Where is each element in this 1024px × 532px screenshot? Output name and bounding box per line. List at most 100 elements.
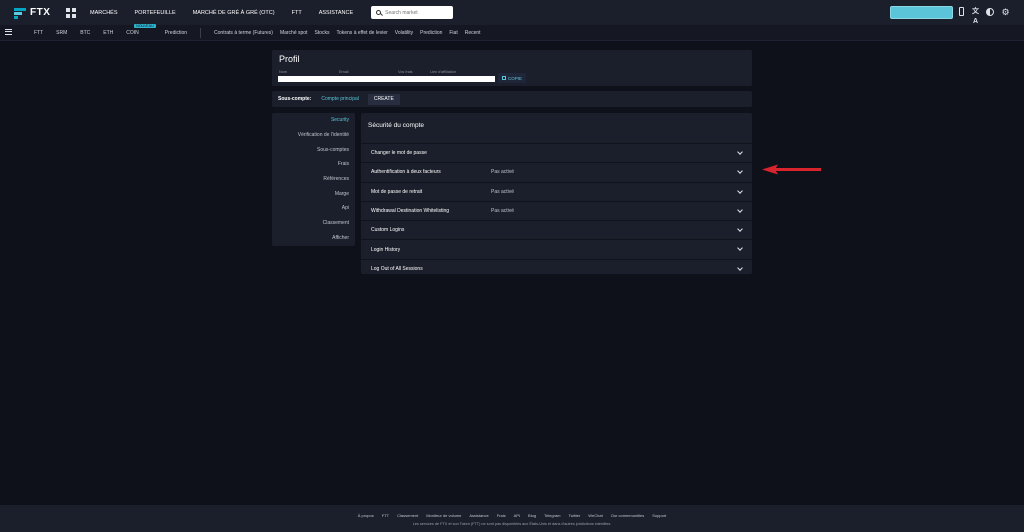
- language-icon[interactable]: 文A: [971, 7, 980, 25]
- security-row-2fa[interactable]: Authentification à deux facteurs Pas act…: [361, 162, 752, 181]
- category-stocks[interactable]: Stocks: [314, 30, 329, 36]
- chevron-down-icon: [737, 264, 743, 271]
- row-label: Log Out of All Sessions: [371, 265, 423, 272]
- label-name: Nom: [279, 70, 288, 74]
- market-coin-label: COIN: [126, 29, 139, 36]
- category-futures[interactable]: Contrats à terme (Futures): [214, 30, 273, 36]
- security-row-custom-logins[interactable]: Custom Logins: [361, 220, 752, 239]
- footer-link-communities[interactable]: Our commmunities: [611, 513, 645, 518]
- chevron-down-icon: [737, 226, 743, 233]
- red-arrow-annotation: [762, 164, 821, 175]
- sidebar-item-fees[interactable]: Frais: [272, 157, 355, 172]
- market-btc[interactable]: BTC: [80, 30, 90, 36]
- subaccount-label: Sous-compte:: [278, 96, 312, 102]
- new-badge: NOUVEAU: [134, 23, 156, 28]
- row-status: Pas activé: [491, 208, 515, 215]
- settings-gear-icon[interactable]: ⚙: [1001, 7, 1010, 17]
- security-row-login-history[interactable]: Login History: [361, 239, 752, 258]
- ftx-logo-icon: [14, 7, 26, 19]
- category-leveraged[interactable]: Tokens à effet de levier: [336, 30, 387, 36]
- chevron-down-icon: [737, 168, 743, 175]
- footer-link-ftt[interactable]: FTT: [382, 513, 389, 518]
- row-label: Withdrawal Destination Whitelisting: [371, 208, 450, 215]
- sidebar-item-margin[interactable]: Marge: [272, 186, 355, 201]
- copy-label: COPIE: [507, 75, 522, 81]
- profile-sidebar: Security Vérification de l'identité Sous…: [272, 113, 355, 246]
- label-affiliate: Lien d'affiliation: [430, 70, 456, 74]
- chevron-down-icon: [737, 149, 743, 155]
- nav-markets[interactable]: MARCHÉS: [90, 10, 118, 16]
- chevron-down-icon: [737, 187, 743, 194]
- label-email: Email: [339, 70, 349, 74]
- profile-values-redacted: [278, 76, 495, 82]
- footer-link-volume-monitor[interactable]: Moniteur de volume: [426, 513, 461, 518]
- footer-link-wechat[interactable]: WeChat: [588, 513, 602, 518]
- sidebar-item-kyc[interactable]: Vérification de l'identité: [272, 128, 355, 143]
- main-nav: MARCHÉS PORTEFEUILLE MARCHÉ DE GRÉ À GRÉ…: [90, 10, 370, 16]
- apps-grid-icon[interactable]: [66, 7, 76, 18]
- security-panel: Sécurité du compte Changer le mot de pas…: [361, 113, 752, 274]
- market-srm[interactable]: SRM: [56, 30, 67, 36]
- footer: À propos FTT Classement Moniteur de volu…: [0, 505, 1024, 532]
- category-prediction[interactable]: Prediction: [420, 30, 442, 36]
- logo-text: FTX: [30, 7, 51, 18]
- subaccount-main-link[interactable]: Compte principal: [321, 96, 359, 102]
- category-spot[interactable]: Marché spot: [280, 30, 308, 36]
- footer-link-about[interactable]: À propos: [358, 513, 374, 518]
- security-row-logout-all[interactable]: Log Out of All Sessions: [361, 258, 752, 278]
- nav-ftt[interactable]: FTT: [292, 10, 302, 16]
- footer-link-twitter[interactable]: Twitter: [569, 513, 581, 518]
- category-volatility[interactable]: Volatility: [395, 30, 413, 36]
- market-eth[interactable]: ETH: [103, 30, 113, 36]
- nav-support[interactable]: ASSISTANCE: [319, 10, 353, 16]
- hamburger-menu-icon[interactable]: [5, 28, 12, 37]
- footer-link-leaderboard[interactable]: Classement: [397, 513, 418, 518]
- footer-link-support[interactable]: Support: [652, 513, 666, 518]
- security-row-whitelisting[interactable]: Withdrawal Destination Whitelisting Pas …: [361, 200, 752, 220]
- search-input[interactable]: [385, 9, 446, 16]
- nav-portfolio[interactable]: PORTEFEUILLE: [135, 10, 176, 16]
- subaccount-bar: Sous-compte: Compte principal CREATE: [272, 91, 752, 107]
- chevron-down-icon: [737, 245, 743, 252]
- sidebar-item-referrals[interactable]: Références: [272, 172, 355, 187]
- sidebar-item-display[interactable]: Afficher: [272, 231, 355, 246]
- profile-card: Profil Nom Email Vos frais Lien d'affili…: [272, 50, 752, 86]
- row-label: Changer le mot de passe: [371, 150, 427, 157]
- account-button[interactable]: [890, 6, 953, 19]
- copy-icon: [501, 76, 506, 80]
- chevron-down-icon: [737, 207, 743, 213]
- market-subnav: FTT SRM BTC ETH COIN NOUVEAU Prediction C…: [0, 23, 1024, 41]
- security-row-change-password[interactable]: Changer le mot de passe: [361, 143, 752, 162]
- sidebar-item-leaderboard[interactable]: Classement: [272, 216, 355, 231]
- category-fiat[interactable]: Fiat: [449, 30, 457, 36]
- row-label: Login History: [371, 246, 401, 253]
- sidebar-item-subaccounts[interactable]: Sous-comptes: [272, 142, 355, 157]
- nav-otc[interactable]: MARCHÉ DE GRÉ À GRÉ (OTC): [193, 10, 275, 16]
- market-prediction[interactable]: Prediction: [165, 30, 187, 36]
- theme-toggle-icon[interactable]: [986, 7, 995, 17]
- footer-disclaimer: Les services de FTX et son Token (FTT) n…: [412, 522, 612, 526]
- footer-link-fees[interactable]: Frais: [497, 513, 506, 518]
- quick-markets: FTT SRM BTC ETH COIN NOUVEAU Prediction: [34, 23, 200, 36]
- mobile-app-icon[interactable]: [957, 7, 966, 17]
- row-label: Authentification à deux facteurs: [371, 169, 441, 176]
- category-recent[interactable]: Recent: [465, 30, 481, 36]
- sidebar-item-api[interactable]: Api: [272, 201, 355, 216]
- sidebar-item-security[interactable]: Security: [272, 113, 355, 128]
- row-label: Mot de passe de retrait: [371, 188, 423, 195]
- row-status: Pas activé: [491, 188, 515, 195]
- footer-link-telegram[interactable]: Telegram: [544, 513, 560, 518]
- market-ftt[interactable]: FTT: [34, 30, 43, 36]
- subnav-divider: [200, 27, 202, 38]
- footer-link-api[interactable]: API: [514, 513, 520, 518]
- security-row-withdrawal-password[interactable]: Mot de passe de retrait Pas activé: [361, 181, 752, 201]
- footer-link-assistance[interactable]: Assistance: [469, 513, 488, 518]
- create-subaccount-button[interactable]: CREATE: [367, 93, 400, 105]
- search-box[interactable]: [371, 6, 454, 19]
- market-coin[interactable]: COIN NOUVEAU: [126, 23, 156, 36]
- ftx-logo[interactable]: FTX: [14, 7, 64, 19]
- page-title: Profil: [279, 54, 300, 64]
- footer-link-blog[interactable]: Blog: [528, 513, 536, 518]
- search-icon: [376, 10, 382, 15]
- copy-button[interactable]: COPIE: [498, 73, 526, 83]
